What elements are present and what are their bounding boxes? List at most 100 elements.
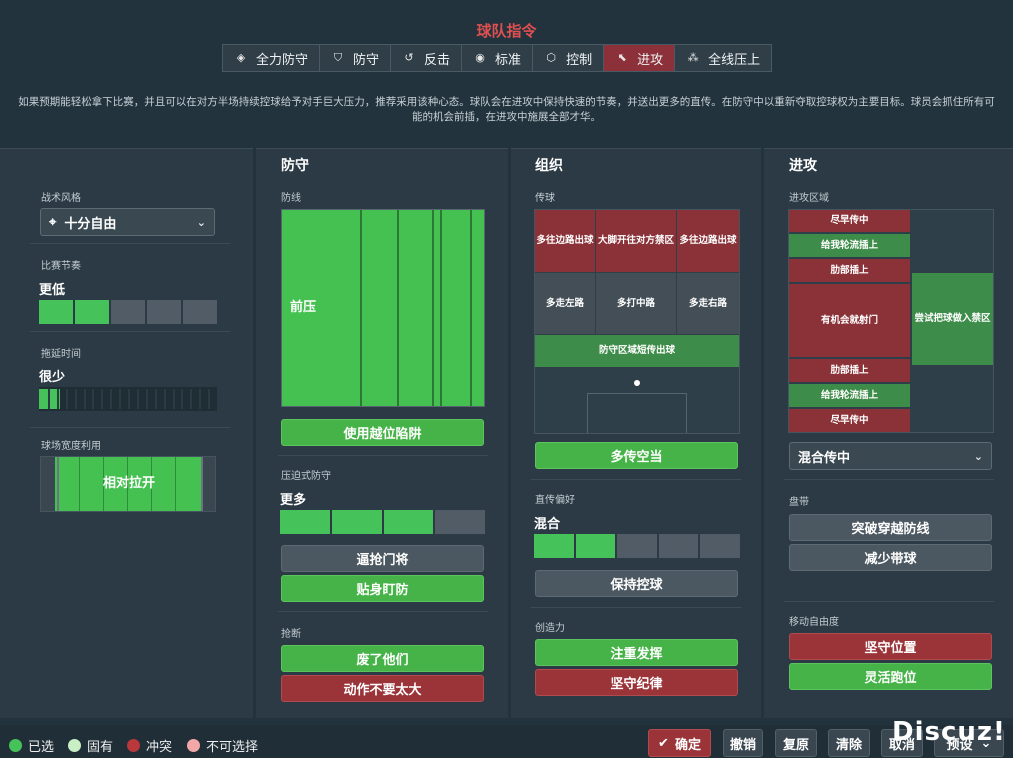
- run-at-defence-button[interactable]: 突破穿越防线: [789, 514, 992, 541]
- roam-button[interactable]: 灵活跑位: [789, 663, 992, 690]
- zone-left-flank[interactable]: 多走左路: [535, 273, 595, 334]
- tempo-segment: [111, 300, 145, 324]
- directness-segment: [575, 534, 616, 558]
- freedom-label: 移动自由度: [789, 617, 839, 628]
- width-pitch[interactable]: 相对拉开: [40, 456, 216, 512]
- legend-inherent: 固有: [68, 736, 113, 755]
- shield-heart-icon: ◈: [236, 51, 246, 64]
- crosshair-icon: ⌖: [49, 214, 57, 230]
- chevron-down-icon: ⌄: [973, 449, 983, 463]
- tempo-value: 更低: [39, 283, 66, 298]
- zone-work-into-box[interactable]: 尝试把球做入禁区: [912, 273, 993, 365]
- dribble-less-button[interactable]: 减少带球: [789, 544, 992, 571]
- crossing-dropdown[interactable]: 混合传中 ⌄: [789, 442, 992, 470]
- zone-centre[interactable]: 多打中路: [596, 273, 676, 334]
- chevron-down-icon: ⌄: [196, 215, 206, 229]
- watermark-logo: Discuz!: [892, 717, 1006, 747]
- directness-slider[interactable]: [534, 534, 740, 558]
- mode-defensive[interactable]: ⛉ 防守: [320, 45, 392, 71]
- be-expressive-button[interactable]: 注重发挥: [535, 639, 738, 666]
- defensive-line-pitch[interactable]: 前压: [281, 209, 485, 407]
- check-icon: ✔: [658, 735, 669, 751]
- zone-long-ball-box[interactable]: 大脚开往对方禁区: [596, 210, 676, 272]
- passing-label: 传球: [535, 193, 555, 204]
- time-wasting-tick: [199, 389, 202, 409]
- tight-marking-button[interactable]: 贴身盯防: [281, 575, 484, 602]
- hold-position-button[interactable]: 坚守位置: [789, 633, 992, 660]
- attack-area-label: 进攻区域: [789, 193, 829, 204]
- zone-short-distribution[interactable]: 防守区域短传出球: [535, 335, 739, 367]
- time-wasting-tick: [145, 389, 148, 409]
- shield-icon: ⛉: [333, 51, 343, 64]
- directness-segment: [700, 534, 740, 558]
- zone-shoot-on-sight[interactable]: 有机会就射门: [789, 284, 910, 357]
- be-disciplined-button[interactable]: 坚守纪律: [535, 669, 738, 696]
- confirm-button[interactable]: ✔ 确定: [648, 729, 711, 757]
- press-slider[interactable]: [280, 510, 485, 534]
- zone-early-cross-bottom[interactable]: 尽早传中: [789, 409, 910, 432]
- legend-unavailable: 不可选择: [187, 736, 258, 755]
- legend-conflict: 冲突: [127, 736, 172, 755]
- press-label: 压迫式防守: [281, 471, 331, 482]
- keep-ball-button[interactable]: 保持控球: [535, 570, 738, 597]
- press-segment: [280, 510, 330, 534]
- play-into-space-button[interactable]: 多传空当: [535, 442, 738, 469]
- undo-button[interactable]: 撤销: [723, 729, 763, 757]
- zone-overlap-bottom[interactable]: 给我轮流插上: [789, 384, 910, 407]
- cube-icon: ⬡: [546, 51, 556, 64]
- organisation-panel: 组织 传球 多往边路出球 大脚开往对方禁区 多往边路出球 多走左路 多打中路 多…: [511, 148, 761, 718]
- press-value: 更多: [280, 493, 307, 508]
- conflict-dot: [127, 739, 140, 752]
- zone-right-wing-pass[interactable]: 多往边路出球: [677, 210, 739, 272]
- stay-on-feet-button[interactable]: 动作不要太大: [281, 675, 484, 702]
- mentality-selector: ◈ 全力防守 ⛉ 防守 ↺ 反击 ◉ 标准 ⬡ 控制 ⬉ 进攻 ⁂ 全线压上: [222, 44, 773, 72]
- time-wasting-tick: [181, 389, 184, 409]
- zone-right-flank[interactable]: 多走右路: [677, 273, 739, 334]
- zone-left-wing-pass[interactable]: 多往边路出球: [535, 210, 595, 272]
- line-marker: [440, 210, 442, 406]
- line-marker: [432, 210, 434, 406]
- time-wasting-tick: [56, 389, 59, 409]
- mode-standard[interactable]: ◉ 标准: [462, 45, 534, 71]
- press-segment: [383, 510, 434, 534]
- offside-trap-button[interactable]: 使用越位陷阱: [281, 419, 484, 446]
- time-wasting-tick: [136, 389, 139, 409]
- line-marker: [360, 210, 362, 406]
- tempo-segment: [147, 300, 181, 324]
- defence-panel: 防守 防线 前压 使用越位陷阱 压迫式防守 更多 逼抢门将 贴身盯防 抢断 废了…: [256, 148, 508, 718]
- mode-control[interactable]: ⬡ 控制: [533, 45, 605, 71]
- press-segment: [435, 510, 485, 534]
- get-stuck-in-button[interactable]: 废了他们: [281, 645, 484, 672]
- passing-pitch: 多往边路出球 大脚开往对方禁区 多往边路出球 多走左路 多打中路 多走右路 防守…: [534, 209, 740, 434]
- zone-overlap-top[interactable]: 给我轮流插上: [789, 234, 910, 257]
- legend-selected: 已选: [9, 736, 54, 755]
- style-label: 战术风格: [41, 193, 81, 204]
- tackle-label: 抢断: [281, 629, 301, 640]
- balance-icon: ◉: [475, 51, 485, 64]
- zone-early-cross-top[interactable]: 尽早传中: [789, 210, 910, 232]
- divider: [30, 243, 230, 244]
- directness-value: 混合: [534, 517, 561, 532]
- divider: [278, 455, 488, 456]
- directness-segment: [617, 534, 657, 558]
- harass-keeper-button[interactable]: 逼抢门将: [281, 545, 484, 572]
- zone-halfspace-bottom[interactable]: 肋部插上: [789, 359, 910, 382]
- attack-title: 进攻: [789, 158, 817, 174]
- creativity-label: 创造力: [535, 623, 565, 634]
- restore-button[interactable]: 复原: [775, 729, 817, 757]
- mode-all-out-attack[interactable]: ⁂ 全线压上: [675, 45, 771, 71]
- style-dropdown[interactable]: ⌖ 十分自由 ⌄: [40, 208, 215, 236]
- divider: [784, 601, 994, 602]
- mode-attacking[interactable]: ⬉ 进攻: [604, 45, 676, 71]
- attack-arrow-icon: ⬉: [617, 51, 627, 64]
- time-wasting-slider[interactable]: [39, 387, 217, 411]
- zone-halfspace-top[interactable]: 肋部插上: [789, 259, 910, 282]
- all-out-icon: ⁂: [687, 51, 699, 64]
- press-segment: [331, 510, 382, 534]
- tempo-slider[interactable]: [39, 300, 217, 324]
- divider: [278, 611, 488, 612]
- mode-counter[interactable]: ↺ 反击: [391, 45, 463, 71]
- clear-button[interactable]: 清除: [828, 729, 870, 757]
- mode-all-out-defence[interactable]: ◈ 全力防守: [223, 45, 321, 71]
- time-wasting-tick: [190, 389, 193, 409]
